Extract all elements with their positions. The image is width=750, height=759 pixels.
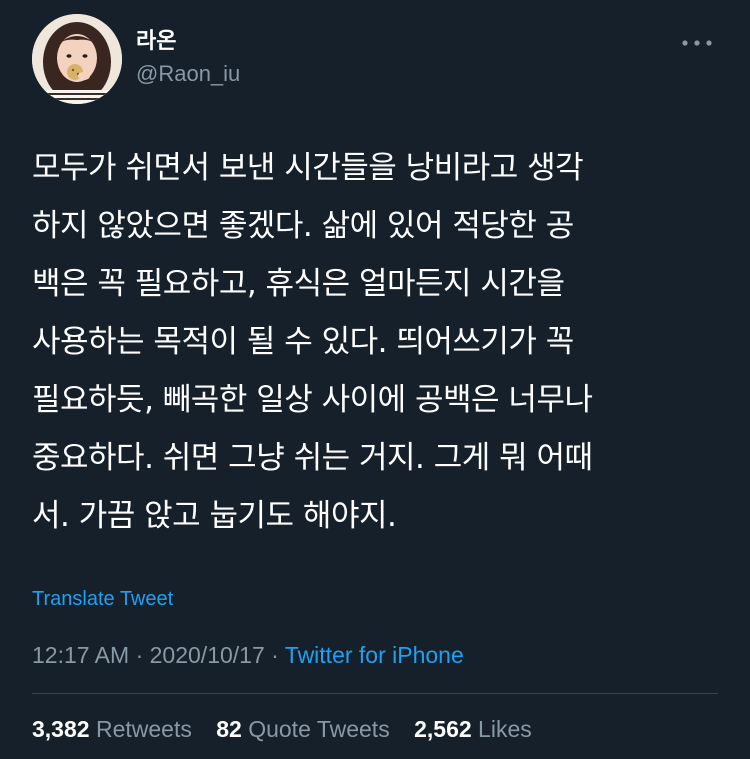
quote-tweets-count: 82: [216, 716, 242, 742]
quote-tweets-stat[interactable]: 82 Quote Tweets: [216, 714, 389, 744]
display-name[interactable]: 라온: [136, 28, 240, 54]
quote-tweets-label: Quote Tweets: [248, 716, 390, 742]
more-horizontal-icon[interactable]: [680, 36, 714, 48]
retweets-stat[interactable]: 3,382 Retweets: [32, 714, 192, 744]
profile-photo: [32, 14, 122, 104]
tweet-time: 12:17 AM: [32, 642, 130, 668]
tweet-stats: 3,382 Retweets 82 Quote Tweets 2,562 Lik…: [32, 714, 550, 744]
retweets-count: 3,382: [32, 716, 90, 742]
divider: [32, 693, 718, 694]
likes-stat[interactable]: 2,562 Likes: [414, 714, 532, 744]
tweet-meta: 12:17 AM · 2020/10/17 · Twitter for iPho…: [32, 640, 464, 670]
meta-separator: ·: [264, 642, 285, 668]
likes-label: Likes: [478, 716, 532, 742]
avatar[interactable]: [32, 14, 122, 104]
retweets-label: Retweets: [95, 716, 192, 742]
meta-separator: ·: [129, 642, 150, 668]
tweet-date: 2020/10/17: [149, 642, 265, 668]
author-names: 라온 @Raon_iu: [136, 28, 240, 88]
likes-count: 2,562: [414, 716, 472, 742]
translate-tweet-link[interactable]: Translate Tweet: [32, 586, 173, 612]
tweet-text: 모두가 쉬면서 보낸 시간들을 낭비라고 생각 하지 않았으면 좋겠다. 삶에 …: [32, 150, 593, 534]
tweet-source-link[interactable]: Twitter for iPhone: [285, 642, 464, 668]
user-handle[interactable]: @Raon_iu: [136, 60, 240, 88]
tweet-header: 라온 @Raon_iu: [32, 14, 718, 104]
